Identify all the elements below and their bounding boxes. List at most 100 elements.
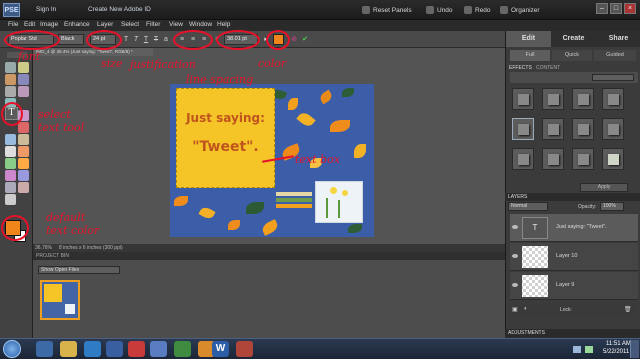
taskbar-app-misc[interactable] bbox=[236, 341, 253, 357]
show-desktop-button[interactable] bbox=[630, 340, 639, 358]
menu-edit[interactable]: Edit bbox=[24, 21, 35, 28]
adjustment-layer-icon[interactable]: ◐ bbox=[524, 306, 528, 312]
effect-thumbnail[interactable] bbox=[572, 118, 594, 140]
minimize-button[interactable]: – bbox=[596, 3, 608, 14]
start-button[interactable] bbox=[3, 340, 21, 358]
note-text-line-1[interactable]: Just saying: bbox=[177, 111, 274, 125]
clock-time[interactable]: 11:51 AM bbox=[606, 341, 631, 347]
marquee-tool-icon[interactable] bbox=[5, 86, 16, 97]
gradient-tool-icon[interactable] bbox=[5, 170, 16, 181]
strikethrough-button[interactable]: T bbox=[152, 35, 160, 44]
effect-thumbnail[interactable] bbox=[602, 148, 624, 170]
sign-in-link[interactable]: Sign In bbox=[36, 6, 56, 13]
tab-edit[interactable]: Edit bbox=[506, 31, 551, 47]
apply-button[interactable]: Apply bbox=[580, 183, 628, 192]
blend-mode-select[interactable]: Normal bbox=[508, 202, 548, 211]
blur-tool-icon[interactable] bbox=[5, 182, 16, 193]
new-layer-icon[interactable]: ▣ bbox=[512, 306, 518, 313]
menu-image[interactable]: Image bbox=[40, 21, 58, 28]
taskbar-app-explorer[interactable] bbox=[60, 341, 77, 357]
effect-thumbnail[interactable] bbox=[572, 148, 594, 170]
effect-thumbnail[interactable] bbox=[512, 148, 534, 170]
note-text-line-2[interactable]: "Tweet". bbox=[177, 139, 274, 155]
taskbar-app-ie[interactable] bbox=[36, 341, 53, 357]
smart-brush-tool-icon[interactable] bbox=[5, 158, 16, 169]
effect-thumbnail[interactable] bbox=[602, 88, 624, 110]
cancel-icon[interactable]: ⊘ bbox=[290, 35, 298, 44]
zoom-tool-icon[interactable] bbox=[18, 62, 29, 73]
taskbar-app-photos[interactable] bbox=[128, 341, 145, 357]
layer-row[interactable]: Layer 10 bbox=[510, 243, 638, 271]
effect-thumbnail[interactable] bbox=[542, 88, 564, 110]
commit-icon[interactable]: ✔ bbox=[301, 35, 309, 44]
menu-file[interactable]: File bbox=[8, 21, 18, 28]
effects-category-select[interactable] bbox=[592, 74, 634, 81]
subtab-quick[interactable]: Quick bbox=[552, 50, 592, 61]
maximize-button[interactable]: □ bbox=[610, 3, 622, 14]
red-eye-tool-icon[interactable] bbox=[18, 122, 29, 133]
adjustments-header[interactable]: ADJUSTMENTS bbox=[508, 330, 545, 336]
tab-share[interactable]: Share bbox=[596, 31, 640, 47]
text-box[interactable]: Just saying: "Tweet". bbox=[176, 88, 275, 188]
taskbar-app-photoshop[interactable] bbox=[106, 341, 123, 357]
subtab-full[interactable]: Full bbox=[510, 50, 550, 61]
paint-bucket-tool-icon[interactable] bbox=[18, 158, 29, 169]
effect-thumbnail[interactable] bbox=[572, 88, 594, 110]
reset-panels-button[interactable]: Reset Panels bbox=[362, 6, 412, 14]
menu-view[interactable]: View bbox=[169, 21, 183, 28]
taskbar-app-messenger[interactable] bbox=[174, 341, 191, 357]
taskbar-app-media[interactable] bbox=[84, 341, 101, 357]
effects-header[interactable]: EFFECTS bbox=[509, 65, 532, 71]
eye-icon[interactable] bbox=[512, 254, 518, 258]
volume-icon[interactable] bbox=[573, 346, 581, 353]
effect-thumbnail[interactable] bbox=[542, 118, 564, 140]
faux-bold-button[interactable]: T bbox=[122, 35, 130, 44]
document-tab[interactable]: IMG_4 @ 36.4% (Just saying: "Tweet", RGB… bbox=[33, 48, 153, 56]
project-bin-thumbnail[interactable] bbox=[40, 280, 80, 320]
zoom-level[interactable]: 36.76% bbox=[35, 245, 52, 251]
close-button[interactable]: × bbox=[624, 3, 636, 14]
clock-date[interactable]: 5/22/2011 bbox=[603, 349, 629, 355]
network-icon[interactable] bbox=[585, 346, 593, 353]
menu-enhance[interactable]: Enhance bbox=[64, 21, 90, 28]
eyedropper-tool-icon[interactable] bbox=[18, 74, 29, 85]
hand-tool-icon[interactable] bbox=[5, 74, 16, 85]
clone-stamp-tool-icon[interactable] bbox=[18, 134, 29, 145]
menu-filter[interactable]: Filter bbox=[146, 21, 160, 28]
anti-alias-button[interactable]: a bbox=[162, 35, 170, 44]
taskbar-app-chrome[interactable] bbox=[150, 341, 167, 357]
effect-thumbnail[interactable] bbox=[542, 148, 564, 170]
content-header[interactable]: CONTENT bbox=[536, 65, 560, 71]
sponge-tool-icon[interactable] bbox=[18, 182, 29, 193]
eraser-tool-icon[interactable] bbox=[5, 146, 16, 157]
underline-button[interactable]: T bbox=[142, 35, 150, 44]
redo-button[interactable]: Redo bbox=[464, 6, 491, 14]
move-tool-icon[interactable] bbox=[5, 62, 16, 73]
shape-tool-icon[interactable] bbox=[18, 170, 29, 181]
spot-healing-tool-icon[interactable] bbox=[5, 134, 16, 145]
undo-button[interactable]: Undo bbox=[426, 6, 453, 14]
menu-help[interactable]: Help bbox=[217, 21, 230, 28]
menu-layer[interactable]: Layer bbox=[97, 21, 113, 28]
font-style-select[interactable]: Black bbox=[58, 34, 84, 45]
taskbar-app-word[interactable]: W bbox=[212, 341, 229, 357]
opacity-field[interactable]: 100% bbox=[600, 202, 624, 211]
effect-thumbnail[interactable] bbox=[512, 88, 534, 110]
eye-icon[interactable] bbox=[512, 225, 518, 229]
layer-row[interactable]: Layer 9 bbox=[510, 272, 638, 300]
project-bin-select[interactable]: Show Open Files bbox=[38, 266, 120, 274]
brush-tool-icon[interactable] bbox=[18, 146, 29, 157]
create-adobe-id-link[interactable]: Create New Adobe ID bbox=[88, 6, 151, 13]
eye-icon[interactable] bbox=[512, 283, 518, 287]
effect-thumbnail[interactable] bbox=[512, 118, 534, 140]
subtab-guided[interactable]: Guided bbox=[594, 50, 636, 61]
pencil-tool-icon[interactable] bbox=[5, 194, 16, 205]
tab-create[interactable]: Create bbox=[551, 31, 596, 47]
trash-icon[interactable]: 🗑 bbox=[624, 306, 632, 313]
menu-select[interactable]: Select bbox=[121, 21, 139, 28]
layer-row[interactable]: T Just saying: "Tweet". bbox=[510, 214, 638, 242]
organizer-button[interactable]: Organizer bbox=[500, 6, 540, 14]
lasso-tool-icon[interactable] bbox=[18, 86, 29, 97]
faux-italic-button[interactable]: T bbox=[132, 35, 140, 44]
menu-window[interactable]: Window bbox=[189, 21, 212, 28]
